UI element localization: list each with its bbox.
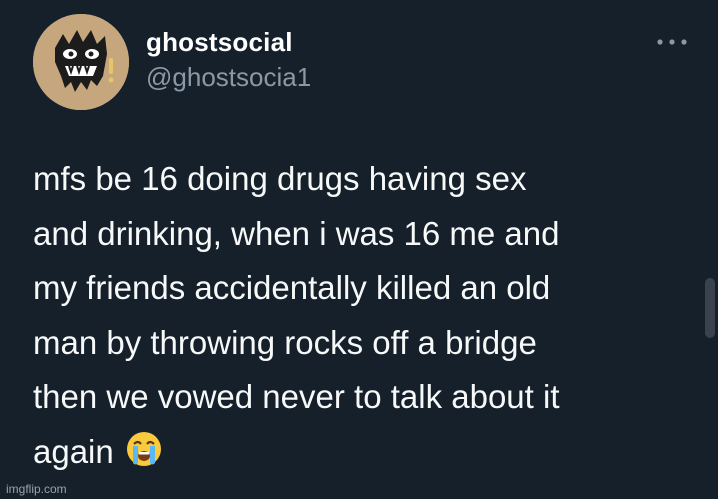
ghost-face-icon	[33, 14, 129, 110]
scrollbar-thumb[interactable]	[705, 278, 715, 338]
watermark: imgflip.com	[6, 482, 67, 496]
more-options-icon	[657, 39, 687, 45]
avatar[interactable]	[33, 14, 129, 110]
tweet-text-container: mfs be 16 doing drugs having sex and dri…	[33, 152, 693, 479]
loudly-crying-face-icon	[124, 429, 164, 469]
more-options-button[interactable]	[655, 32, 689, 52]
tweet-card: ghostsocial @ghostsocia1 mfs be 16 doing…	[0, 0, 718, 499]
author-handle[interactable]: @ghostsocia1	[146, 62, 311, 93]
tweet-text: mfs be 16 doing drugs having sex and dri…	[33, 160, 560, 470]
author-display-name[interactable]: ghostsocial	[146, 27, 293, 58]
